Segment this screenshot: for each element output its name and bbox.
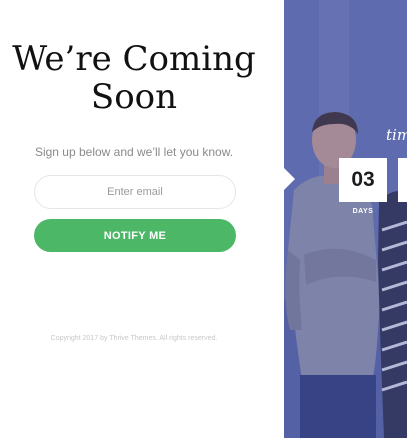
countdown-days-value: 03: [351, 168, 375, 191]
countdown-tagline: tim: [386, 126, 407, 144]
notify-me-button[interactable]: NOTIFY ME: [34, 219, 236, 252]
color-overlay: [284, 0, 407, 438]
page-title: We’re Coming Soon: [12, 39, 256, 117]
email-field[interactable]: [34, 175, 236, 209]
panel-notch: [284, 168, 295, 190]
subtitle: Sign up below and we’ll let you know.: [34, 145, 234, 159]
copyright-text: Copyright 2017 by Thrive Themes. All rig…: [50, 335, 218, 342]
hero-image-panel: tim 03 DAYS: [284, 0, 407, 438]
countdown-days-box: 03: [339, 158, 387, 202]
signup-panel: We’re Coming Soon Sign up below and we’l…: [0, 0, 284, 438]
countdown-hours-box: [398, 158, 407, 202]
countdown-days-label: DAYS: [352, 208, 374, 215]
